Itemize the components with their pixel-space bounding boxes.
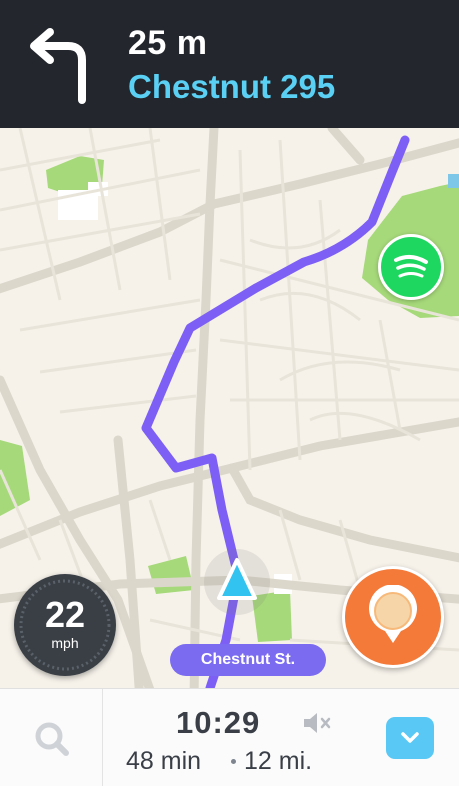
expand-button[interactable]	[386, 717, 434, 759]
arrival-time[interactable]: 10:29	[176, 705, 260, 741]
search-button[interactable]	[0, 689, 103, 786]
current-street-label: Chestnut St.	[170, 644, 326, 676]
turn-left-arrow-icon	[30, 28, 86, 104]
mute-icon[interactable]	[302, 711, 332, 735]
report-pin-icon	[369, 585, 417, 643]
map-poi-marker	[448, 174, 459, 188]
major-road	[113, 435, 144, 688]
speed-value: 22	[44, 594, 86, 635]
major-road	[227, 463, 459, 563]
separator-dot	[231, 759, 236, 764]
major-road	[327, 128, 365, 165]
turn-instruction-bar[interactable]: 25 m Chestnut 295	[0, 0, 459, 128]
trip-distance: 12 mi.	[244, 747, 313, 775]
search-icon	[35, 722, 69, 756]
report-button[interactable]	[342, 566, 444, 668]
waze-navigation-screen: 25 m Chestnut 295 22 mph Chestnut St. 10…	[0, 0, 459, 786]
car-position-arrow-icon	[217, 558, 257, 600]
trip-duration: 48 min	[126, 747, 202, 775]
spotify-icon	[394, 255, 428, 278]
chevron-down-icon	[401, 732, 419, 743]
turn-distance: 25 m	[128, 24, 208, 62]
park-area	[148, 556, 194, 594]
spotify-button[interactable]	[378, 234, 444, 300]
next-street-name: Chestnut 295	[128, 68, 336, 105]
speedometer[interactable]: 22 mph	[14, 574, 116, 676]
eta-bar: 10:29 48 min 12 mi.	[0, 688, 459, 786]
speed-unit: mph	[51, 635, 79, 651]
